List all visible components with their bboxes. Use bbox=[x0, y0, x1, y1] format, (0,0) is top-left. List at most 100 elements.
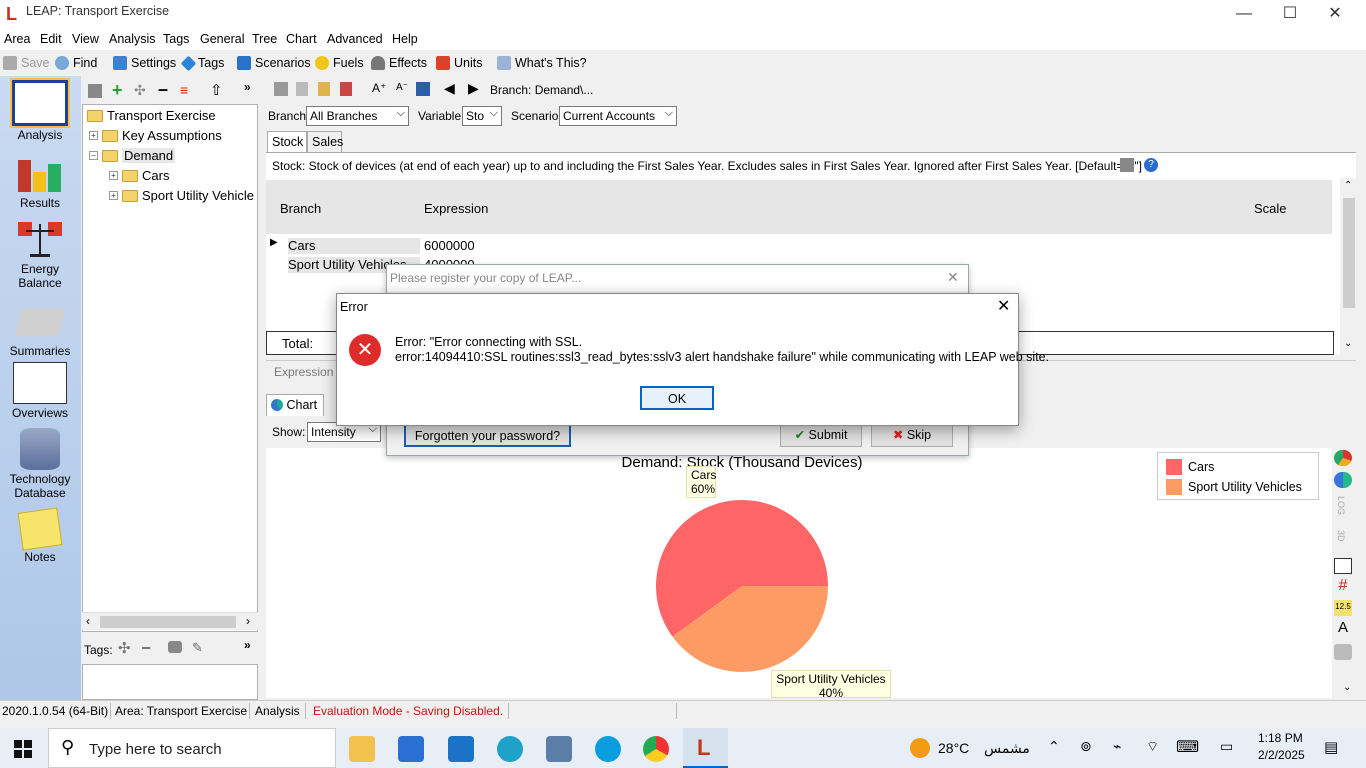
remove-tag-icon[interactable]: – bbox=[142, 639, 150, 656]
settings-button[interactable]: Settings bbox=[113, 56, 176, 70]
chart-type-pie-icon[interactable] bbox=[1334, 450, 1352, 466]
scroll-left-icon[interactable]: ‹ bbox=[86, 614, 90, 628]
tray-battery-icon[interactable]: ⌁ bbox=[1113, 738, 1121, 755]
edge-icon[interactable] bbox=[497, 736, 523, 762]
chart-3d-pie-icon[interactable] bbox=[1334, 472, 1352, 488]
copy-icon[interactable] bbox=[296, 82, 308, 96]
find-button[interactable]: Find bbox=[55, 56, 97, 70]
clock-date[interactable]: 2/2/2025 bbox=[1258, 748, 1305, 762]
view-energy-balance[interactable]: Energy Balance bbox=[0, 220, 80, 290]
menu-advanced[interactable]: Advanced bbox=[327, 32, 383, 46]
leap-taskbar-button[interactable]: L bbox=[683, 728, 728, 768]
expand-icon[interactable]: + bbox=[109, 171, 118, 180]
tab-stock[interactable]: Stock bbox=[267, 131, 307, 152]
chrome-icon[interactable] bbox=[643, 736, 669, 762]
tab-sales[interactable]: Sales bbox=[307, 131, 343, 152]
table-row[interactable]: ▶ Cars 6000000 bbox=[266, 234, 1332, 256]
view-summaries[interactable]: Summaries bbox=[0, 302, 80, 358]
clock-time[interactable]: 1:18 PM bbox=[1258, 731, 1303, 745]
tree-item-cars[interactable]: + Cars bbox=[109, 168, 169, 183]
add-branch-icon[interactable]: + bbox=[112, 80, 123, 101]
forward-icon[interactable]: ▶ bbox=[468, 80, 479, 97]
more-tag-tools-icon[interactable]: » bbox=[244, 638, 251, 652]
register-close-icon[interactable]: ✕ bbox=[947, 269, 959, 286]
branch-select[interactable]: All Branches bbox=[306, 106, 409, 126]
menu-analysis[interactable]: Analysis bbox=[109, 32, 156, 46]
tags-button[interactable]: Tags bbox=[180, 55, 224, 71]
print-icon[interactable] bbox=[1334, 644, 1352, 660]
scroll-down-icon[interactable]: ⌄ bbox=[1344, 338, 1352, 349]
description-settings-icon[interactable] bbox=[1120, 158, 1134, 172]
export-icon[interactable] bbox=[340, 82, 352, 96]
tags-list[interactable] bbox=[82, 664, 258, 700]
expand-icon[interactable]: + bbox=[109, 191, 118, 200]
taskbar-search[interactable]: ⚲ Type here to search bbox=[48, 728, 336, 768]
tree-root[interactable]: Transport Exercise bbox=[87, 108, 216, 123]
font-increase-icon[interactable]: A⁺ bbox=[372, 81, 386, 95]
col-expression[interactable]: Expression bbox=[424, 201, 488, 216]
hierarchy-icon[interactable] bbox=[416, 82, 430, 96]
scenario-select[interactable]: Current Accounts bbox=[559, 106, 677, 126]
ok-button[interactable]: OK bbox=[640, 386, 714, 410]
grid-lines-icon[interactable]: # bbox=[1334, 578, 1352, 594]
chart-scroll-down-icon[interactable]: ⌄ bbox=[1343, 682, 1351, 693]
menu-area[interactable]: Area bbox=[4, 32, 30, 46]
view-overviews[interactable]: Overviews bbox=[0, 362, 80, 420]
variable-select[interactable]: Sto bbox=[462, 106, 502, 126]
row-expression[interactable]: 6000000 bbox=[424, 238, 475, 253]
menu-chart[interactable]: Chart bbox=[286, 32, 317, 46]
fuels-button[interactable]: Fuels bbox=[315, 56, 364, 70]
scenarios-button[interactable]: Scenarios bbox=[237, 56, 311, 70]
save-button[interactable]: Save bbox=[3, 56, 50, 70]
forgot-password-button[interactable]: Forgotten your password? bbox=[404, 423, 571, 447]
more-tools-icon[interactable]: » bbox=[244, 80, 251, 94]
store-icon[interactable] bbox=[398, 736, 424, 762]
table-view-icon[interactable] bbox=[1334, 558, 1352, 574]
tray-chevron-icon[interactable]: ⌃ bbox=[1048, 738, 1060, 755]
tree-item-key-assumptions[interactable]: + Key Assumptions bbox=[89, 128, 222, 143]
menu-edit[interactable]: Edit bbox=[40, 32, 62, 46]
menu-help[interactable]: Help bbox=[392, 32, 418, 46]
move-up-icon[interactable]: ⇧ bbox=[210, 81, 223, 99]
tree-item-suv[interactable]: + Sport Utility Vehicle bbox=[109, 188, 254, 203]
close-button[interactable]: ✕ bbox=[1312, 0, 1358, 30]
view-analysis[interactable]: Analysis bbox=[0, 80, 80, 142]
scroll-thumb[interactable] bbox=[1343, 198, 1355, 308]
skype-icon[interactable] bbox=[595, 736, 621, 762]
col-branch[interactable]: Branch bbox=[280, 201, 321, 216]
view-notes[interactable]: Notes bbox=[0, 507, 80, 564]
file-explorer-icon[interactable] bbox=[349, 736, 375, 762]
expand-icon[interactable]: + bbox=[89, 131, 98, 140]
tray-wifi-icon[interactable]: ⌔ bbox=[1146, 738, 1159, 756]
scroll-right-icon[interactable]: › bbox=[246, 614, 250, 628]
back-icon[interactable]: ◀ bbox=[444, 80, 455, 97]
weather-temp[interactable]: 28°C bbox=[938, 740, 969, 756]
help-icon[interactable]: ? bbox=[1144, 158, 1158, 172]
maximize-button[interactable]: ☐ bbox=[1267, 0, 1313, 30]
scroll-up-icon[interactable]: ⌃ bbox=[1344, 180, 1352, 191]
paste-icon[interactable] bbox=[318, 82, 330, 96]
delete-multiple-icon[interactable]: ≡ bbox=[180, 82, 188, 98]
windows-start-icon[interactable] bbox=[14, 740, 32, 758]
menu-tags[interactable]: Tags bbox=[163, 32, 189, 46]
tray-display-icon[interactable]: ▭ bbox=[1220, 738, 1233, 755]
tray-camera-icon[interactable]: ⊚ bbox=[1080, 738, 1092, 755]
tag-settings-icon[interactable] bbox=[168, 641, 182, 653]
scroll-thumb[interactable] bbox=[100, 616, 236, 628]
add-tag-icon[interactable]: ✣ bbox=[118, 639, 131, 657]
cut-icon[interactable] bbox=[274, 82, 288, 96]
collapse-icon[interactable]: – bbox=[89, 151, 98, 160]
menu-tree[interactable]: Tree bbox=[252, 32, 277, 46]
col-scale[interactable]: Scale bbox=[1254, 201, 1287, 216]
font-icon[interactable]: A bbox=[1334, 620, 1352, 636]
submit-button[interactable]: ✔ Submit bbox=[780, 423, 862, 447]
whats-this-button[interactable]: What's This? bbox=[497, 56, 587, 70]
grid-vertical-scrollbar[interactable]: ⌃ ⌄ bbox=[1341, 178, 1357, 354]
tab-chart[interactable]: Chart bbox=[266, 394, 324, 416]
minimize-button[interactable]: — bbox=[1221, 0, 1267, 30]
notifications-icon[interactable]: ▤ bbox=[1324, 738, 1338, 756]
view-results[interactable]: Results bbox=[0, 154, 80, 210]
tag-brush-icon[interactable]: ✎ bbox=[192, 640, 203, 656]
tree-properties-icon[interactable] bbox=[88, 84, 102, 98]
skip-button[interactable]: ✖ Skip bbox=[871, 423, 953, 447]
